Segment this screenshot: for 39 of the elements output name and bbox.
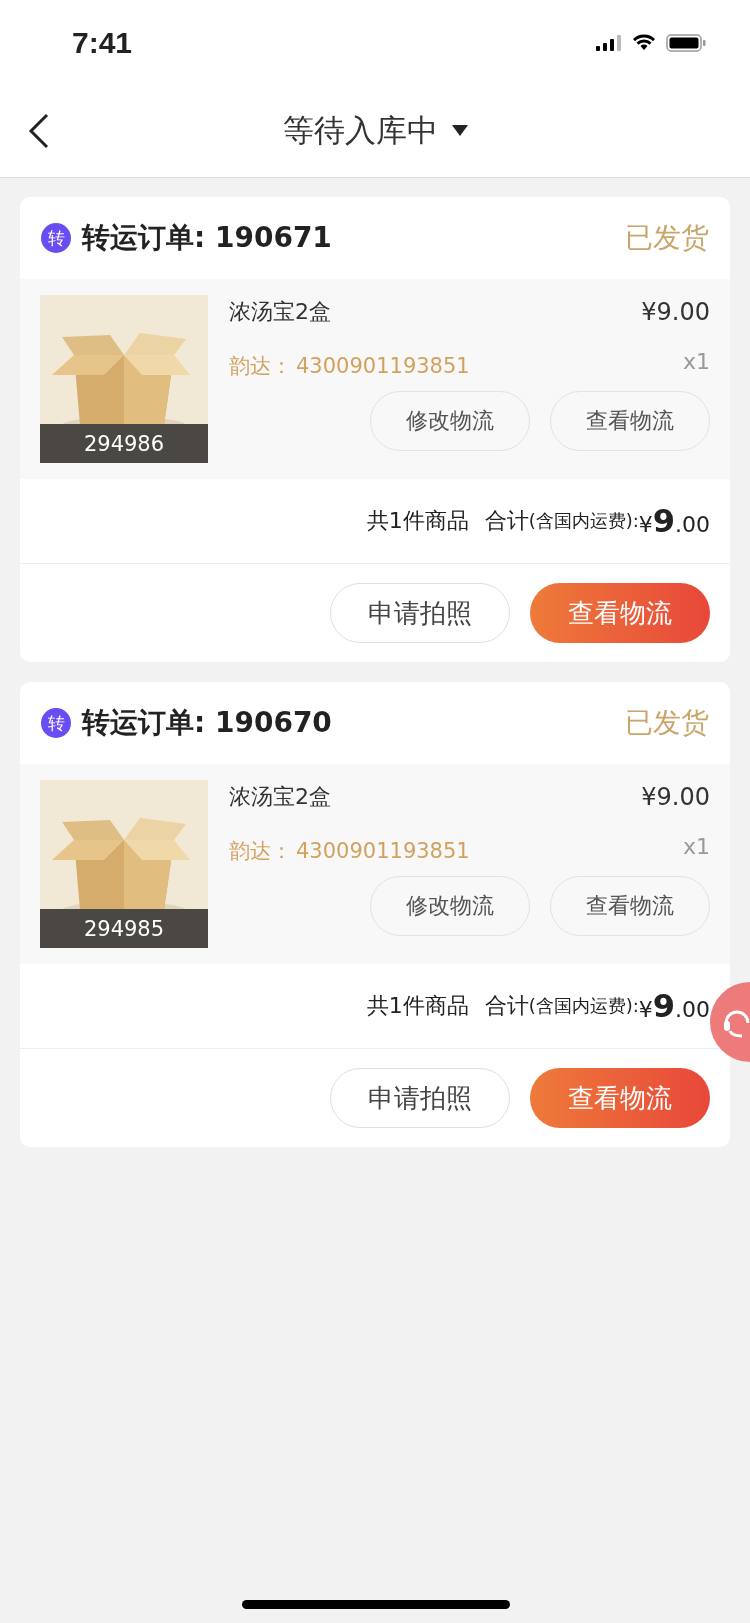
photo-request-button[interactable]: 申请拍照 [330, 1068, 510, 1128]
item-quantity: x1 [682, 834, 710, 859]
total-label: 合计 [484, 992, 529, 1020]
logistics-button[interactable]: 修改物流 [370, 876, 530, 936]
item-price: ¥9.00 [641, 783, 710, 811]
order-status: 已发货 [625, 705, 709, 741]
item-price: ¥9.00 [641, 298, 710, 326]
package-code: 294985 [40, 909, 208, 948]
transfer-badge: 转 [41, 708, 71, 738]
total-note: (含国内运费): [528, 509, 639, 533]
package-code: 294986 [40, 424, 208, 463]
courier-label: 韵达： [229, 838, 292, 865]
total-amount: ¥9.00 [638, 987, 710, 1025]
status-time: 7:41 [72, 25, 133, 60]
item-count: 共1件商品 [366, 507, 469, 535]
nav-title[interactable]: 等待入库中 [282, 110, 438, 152]
item-count: 共1件商品 [366, 992, 469, 1020]
total-label: 合计 [484, 507, 529, 535]
order-title: 转运订单: 190670 [82, 705, 333, 741]
photo-request-button[interactable]: 申请拍照 [330, 583, 510, 643]
item-name: 浓汤宝2盒 [229, 298, 331, 326]
order-title: 转运订单: 190671 [82, 220, 333, 256]
logistics-button[interactable]: 修改物流 [370, 391, 530, 451]
wifi-icon [632, 34, 656, 51]
tracking-number: 4300901193851 [296, 354, 471, 378]
signal-icon [596, 34, 622, 51]
courier-label: 韵达： [229, 353, 292, 380]
back-icon[interactable] [28, 113, 50, 149]
order-status: 已发货 [625, 220, 709, 256]
total-amount: ¥9.00 [638, 502, 710, 540]
item-quantity: x1 [682, 349, 710, 374]
logistics-button[interactable]: 查看物流 [550, 391, 710, 451]
tracking-number: 4300901193851 [296, 839, 471, 863]
logistics-button[interactable]: 查看物流 [550, 876, 710, 936]
dropdown-caret-icon[interactable] [451, 125, 468, 137]
transfer-badge: 转 [41, 223, 71, 253]
total-note: (含国内运费): [528, 994, 639, 1018]
battery-icon [666, 33, 706, 52]
item-name: 浓汤宝2盒 [229, 783, 331, 811]
